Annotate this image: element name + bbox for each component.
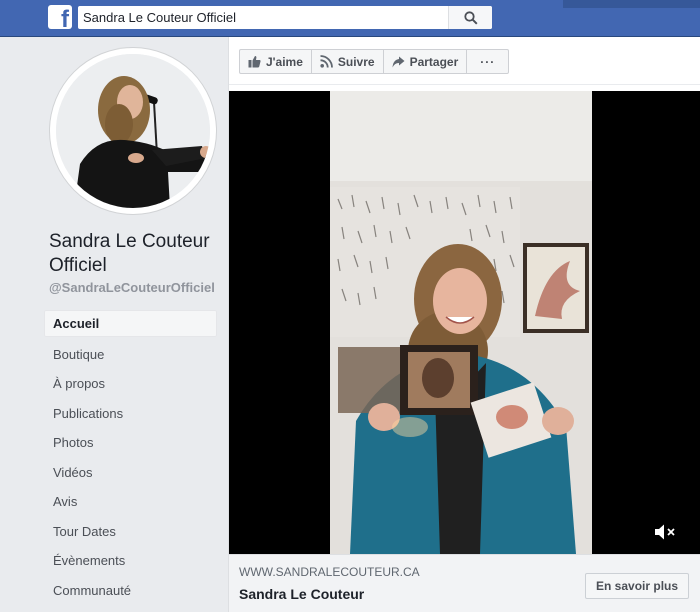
more-options-icon: ···	[480, 54, 496, 69]
share-arrow-icon	[392, 56, 405, 68]
nav-item-videos[interactable]: Vidéos	[44, 458, 217, 488]
share-button[interactable]: Partager	[382, 49, 468, 74]
website-link-card[interactable]: WWW.SANDRALECOUTEUR.CA Sandra Le Couteur…	[229, 554, 700, 612]
muted-speaker-icon	[655, 524, 675, 540]
more-options-button[interactable]: ···	[466, 49, 510, 74]
follow-button[interactable]: Suivre	[310, 49, 384, 74]
nav-item-about[interactable]: À propos	[44, 369, 217, 399]
search-box	[78, 6, 492, 29]
mute-toggle-button[interactable]	[654, 523, 676, 546]
page-action-bar: J'aime Suivre Partager ···	[239, 49, 510, 74]
page-navigation: Accueil Boutique À propos Publications P…	[44, 310, 217, 605]
nav-item-community[interactable]: Communauté	[44, 576, 217, 606]
video-frame	[330, 91, 592, 554]
share-button-label: Partager	[409, 54, 459, 69]
profile-picture-frame[interactable]	[50, 48, 216, 214]
search-icon	[464, 11, 478, 25]
page-title[interactable]: Sandra Le Couteur Officiel	[49, 230, 224, 278]
page-username[interactable]: @SandraLeCouteurOfficiel	[49, 280, 215, 295]
search-input[interactable]	[78, 6, 448, 29]
nav-item-events[interactable]: Évènements	[44, 546, 217, 576]
nav-item-tour-dates[interactable]: Tour Dates	[44, 517, 217, 547]
like-button[interactable]: J'aime	[239, 49, 312, 74]
main-content: J'aime Suivre Partager ··· WWW.SANDRALEC…	[228, 37, 700, 612]
rss-icon	[320, 55, 333, 68]
cover-video[interactable]	[229, 91, 700, 554]
nav-item-reviews[interactable]: Avis	[44, 487, 217, 517]
topbar-right-area	[563, 0, 700, 8]
facebook-logo-icon[interactable]: f	[48, 5, 72, 29]
like-button-label: J'aime	[266, 54, 303, 69]
video-still-image	[330, 91, 592, 554]
search-button[interactable]	[448, 6, 492, 29]
profile-picture	[56, 54, 210, 208]
follow-button-label: Suivre	[337, 54, 375, 69]
divider	[229, 84, 700, 85]
nav-item-photos[interactable]: Photos	[44, 428, 217, 458]
nav-item-posts[interactable]: Publications	[44, 399, 217, 429]
thumbs-up-icon	[248, 55, 261, 68]
singer-photo	[56, 54, 210, 208]
nav-item-home[interactable]: Accueil	[44, 310, 217, 337]
top-navigation-bar: f	[0, 0, 700, 37]
link-domain: WWW.SANDRALECOUTEUR.CA	[239, 565, 420, 579]
nav-item-shop[interactable]: Boutique	[44, 340, 217, 370]
learn-more-button[interactable]: En savoir plus	[585, 573, 690, 599]
link-title[interactable]: Sandra Le Couteur	[239, 586, 364, 602]
